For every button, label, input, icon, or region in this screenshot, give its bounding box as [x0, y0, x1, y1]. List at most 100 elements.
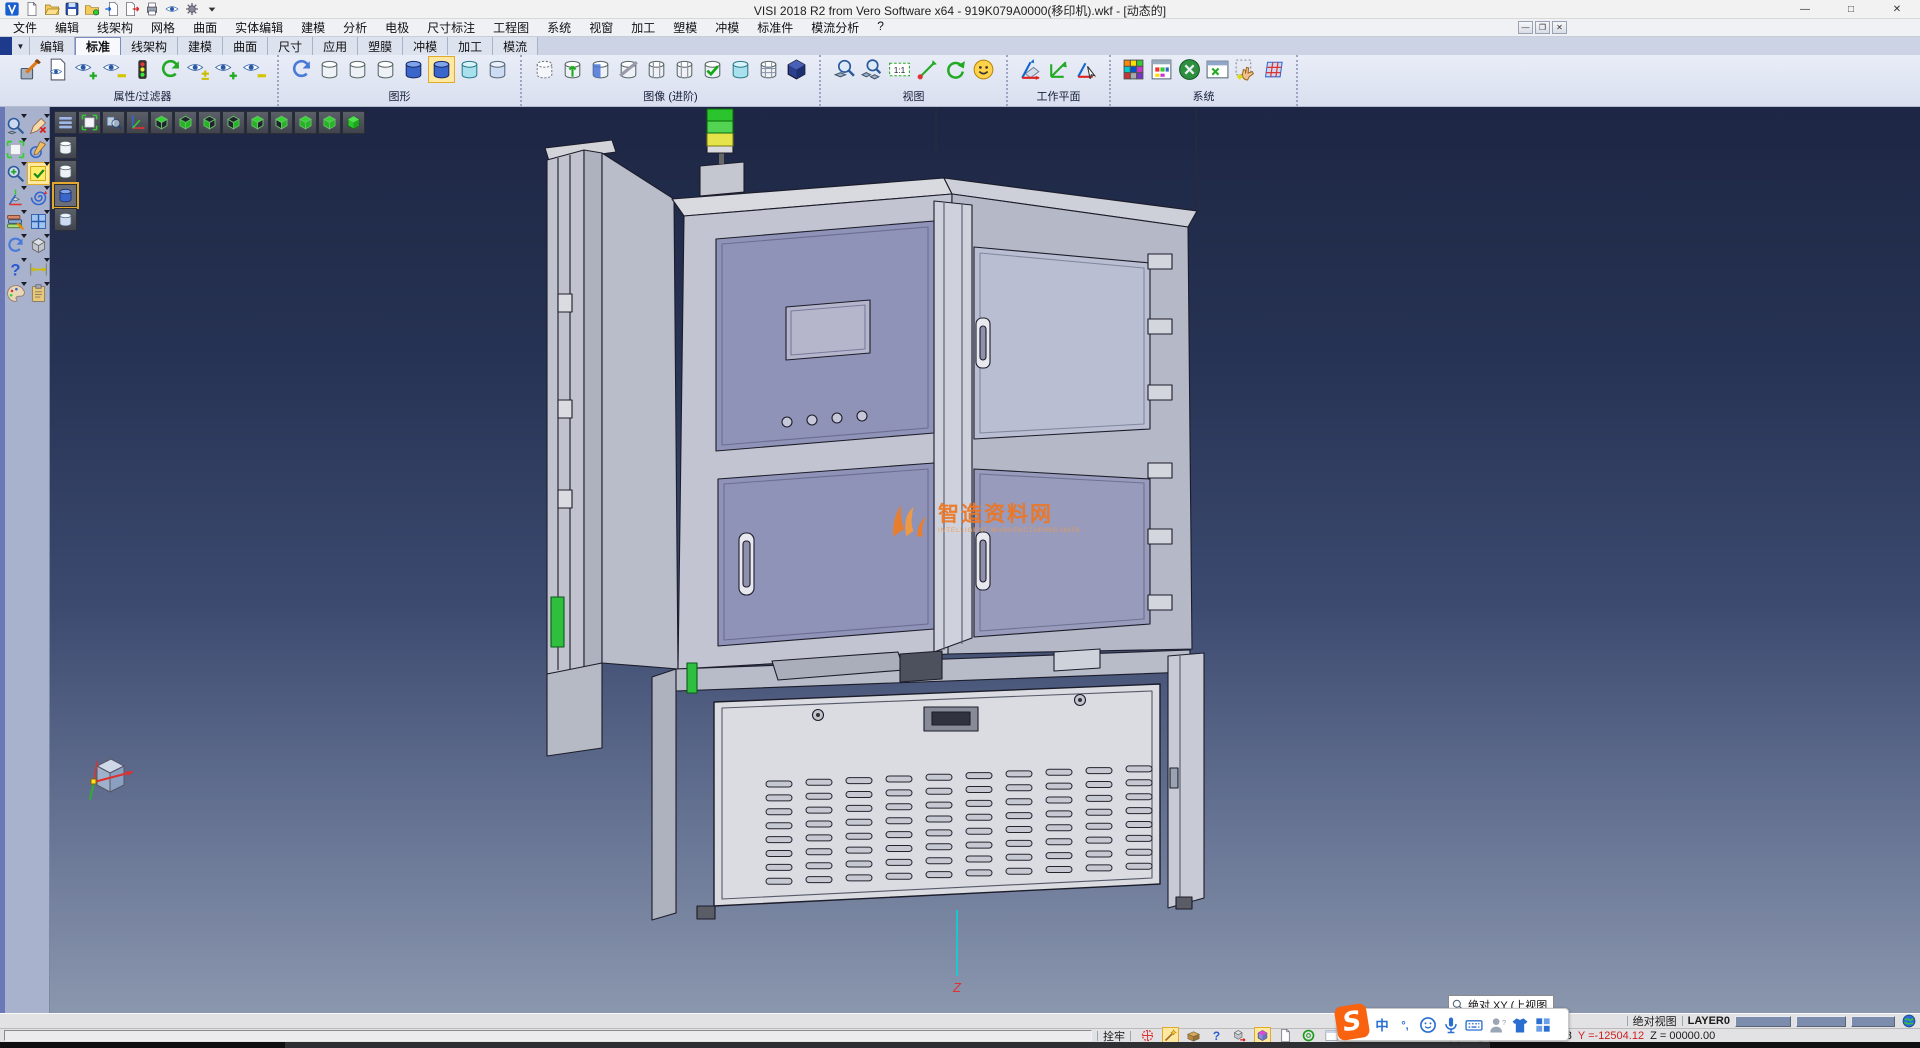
- cylinder-white-button[interactable]: [54, 136, 77, 159]
- cylinder-pale-icon[interactable]: [485, 57, 510, 82]
- eye-toggle-icon[interactable]: [186, 57, 211, 82]
- traffic-light-icon[interactable]: [130, 57, 155, 82]
- cylinder-check-icon[interactable]: [700, 57, 725, 82]
- cube-right-button[interactable]: [270, 111, 293, 134]
- target-green-icon[interactable]: [1301, 1028, 1316, 1043]
- cube-colored-icon[interactable]: [1255, 1028, 1270, 1043]
- refresh-blue-icon[interactable]: [5, 235, 26, 256]
- export-page-icon[interactable]: [124, 1, 140, 17]
- box-kit-icon[interactable]: [1186, 1028, 1201, 1043]
- one-to-one-icon[interactable]: 1:1: [887, 57, 912, 82]
- mdi-control-button[interactable]: —: [1518, 21, 1533, 34]
- cylinder-white-icon[interactable]: [373, 57, 398, 82]
- toolbar-tab[interactable]: 建模: [178, 37, 223, 55]
- cylinder-blue-icon[interactable]: [429, 57, 454, 82]
- fit-rect-icon[interactable]: [5, 139, 26, 160]
- toolbar-tab[interactable]: 尺寸: [268, 37, 313, 55]
- active-layer-label[interactable]: LAYER0: [1688, 1015, 1730, 1027]
- menu-item[interactable]: 加工: [622, 19, 664, 36]
- globe-icon[interactable]: [1901, 1013, 1917, 1029]
- cad-model-canvas[interactable]: Z: [50, 107, 1920, 1013]
- edit-circle-icon[interactable]: [28, 139, 49, 160]
- toolbar-tab[interactable]: 模流: [493, 37, 538, 55]
- toolbar-tab[interactable]: 标准: [75, 37, 121, 55]
- clipboard-icon[interactable]: [28, 283, 49, 304]
- check-yellow-icon[interactable]: [28, 163, 49, 184]
- menu-item[interactable]: 曲面: [184, 19, 226, 36]
- eye-add-icon[interactable]: [214, 57, 239, 82]
- zoom-multi-icon[interactable]: [859, 57, 884, 82]
- menu-item[interactable]: 尺寸标注: [418, 19, 484, 36]
- toolbar-tab[interactable]: 曲面: [223, 37, 268, 55]
- cylinder-slash-icon[interactable]: [616, 57, 641, 82]
- smiley-blue-icon[interactable]: [1418, 1015, 1438, 1035]
- tools-ball-icon[interactable]: [1177, 57, 1202, 82]
- person-icon[interactable]: ?: [1487, 1015, 1507, 1035]
- cylinder-cyan-icon[interactable]: [728, 57, 753, 82]
- smiley-icon[interactable]: [971, 57, 996, 82]
- toolbar-tab[interactable]: 编辑: [30, 37, 75, 55]
- cylinder-blue-button[interactable]: [54, 184, 77, 207]
- blue-grid-icon[interactable]: [28, 211, 49, 232]
- wand-icon[interactable]: [1163, 1028, 1178, 1043]
- mdi-control-button[interactable]: ✕: [1552, 21, 1567, 34]
- export-cube-icon[interactable]: [1232, 1028, 1247, 1043]
- cube-front-button[interactable]: [198, 111, 221, 134]
- view-eye-icon[interactable]: [164, 1, 180, 17]
- toolbar-tab[interactable]: 加工: [448, 37, 493, 55]
- axis-pointer-icon[interactable]: [1074, 57, 1099, 82]
- cylinder-blue-icon[interactable]: [401, 57, 426, 82]
- color-grid-icon[interactable]: [1121, 57, 1146, 82]
- cube-iso-button[interactable]: [294, 111, 317, 134]
- shirt-icon[interactable]: [1510, 1015, 1530, 1035]
- mic-icon[interactable]: [1441, 1015, 1461, 1035]
- cylinder-outline-icon[interactable]: [532, 57, 557, 82]
- menu-item[interactable]: 线架构: [88, 19, 142, 36]
- axis-green-icon[interactable]: [1046, 57, 1071, 82]
- arrow-ne-icon[interactable]: [915, 57, 940, 82]
- viewport-3d[interactable]: Z: [50, 107, 1920, 1013]
- cylinder-white-button[interactable]: [54, 160, 77, 183]
- cylinder-cyan-icon[interactable]: [457, 57, 482, 82]
- zoom-cube-icon[interactable]: [831, 57, 856, 82]
- zoom-plus-icon[interactable]: [5, 163, 26, 184]
- cube-top-button[interactable]: [150, 111, 173, 134]
- app-visi-icon[interactable]: [4, 1, 20, 17]
- refresh-green-icon[interactable]: [158, 57, 183, 82]
- menu-item[interactable]: 实体编辑: [226, 19, 292, 36]
- minimize-button[interactable]: —: [1782, 0, 1828, 19]
- new-page-icon[interactable]: [24, 1, 40, 17]
- measure-icon[interactable]: [28, 259, 49, 280]
- hand-grid-icon[interactable]: [1233, 57, 1258, 82]
- punct-icon[interactable]: °,: [1395, 1015, 1415, 1035]
- menu-item[interactable]: 塑模: [664, 19, 706, 36]
- menu-item[interactable]: 编辑: [46, 19, 88, 36]
- menu-item[interactable]: 分析: [334, 19, 376, 36]
- menu-item[interactable]: 文件: [4, 19, 46, 36]
- print-icon[interactable]: [144, 1, 160, 17]
- cylinder-arrow-icon[interactable]: [560, 57, 585, 82]
- menu-item[interactable]: 模流分析: [802, 19, 868, 36]
- question-mark-icon[interactable]: ?: [5, 259, 26, 280]
- axis-cube-icon[interactable]: [5, 187, 26, 208]
- spiral-icon[interactable]: [28, 187, 49, 208]
- zoom-views-button[interactable]: [102, 111, 125, 134]
- open-folder-icon[interactable]: [44, 1, 60, 17]
- edit-x-icon[interactable]: [28, 115, 49, 136]
- gray-cube-icon[interactable]: [28, 235, 49, 256]
- list-bars-button[interactable]: [54, 111, 77, 134]
- grid-red-icon[interactable]: [1261, 57, 1286, 82]
- toolbar-tab[interactable]: 应用: [313, 37, 358, 55]
- view-mode-label[interactable]: 绝对视图: [1633, 1013, 1677, 1029]
- refresh-blue-icon[interactable]: [289, 57, 314, 82]
- toolbar-tab[interactable]: 冲模: [403, 37, 448, 55]
- eye-remove-icon[interactable]: [102, 57, 127, 82]
- menu-item[interactable]: 标准件: [748, 19, 802, 36]
- maximize-button[interactable]: □: [1828, 0, 1874, 19]
- zoom-search-icon[interactable]: [5, 115, 26, 136]
- keyboard-icon[interactable]: [1464, 1015, 1484, 1035]
- menu-item[interactable]: 网格: [142, 19, 184, 36]
- window-tools-icon[interactable]: [1205, 57, 1230, 82]
- mdi-control-button[interactable]: ❐: [1535, 21, 1550, 34]
- toolbar-tab[interactable]: 塑膜: [358, 37, 403, 55]
